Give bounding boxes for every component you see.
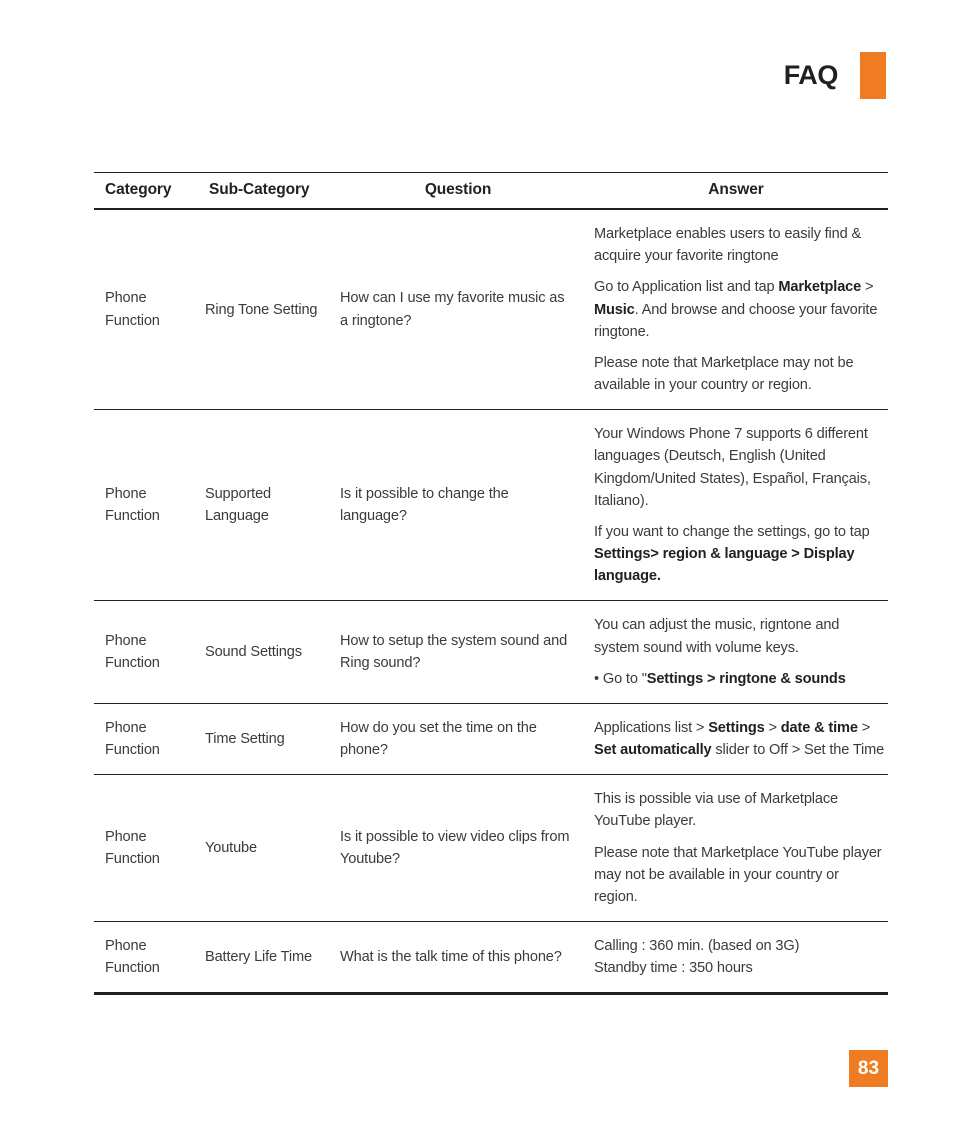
cell-category: Phone Function	[94, 409, 196, 601]
answer-text: >	[764, 719, 781, 736]
answer-emphasis: Settings > ringtone & sounds	[646, 670, 846, 687]
cell-subcategory: Sound Settings	[196, 600, 332, 704]
table-row: Phone Function Supported Language Is it po…	[94, 409, 888, 601]
cell-answer: Applications list > Settings > date & ti…	[584, 702, 888, 775]
answer-paragraph: Please note that Marketplace YouTube pla…	[594, 842, 886, 909]
column-header-subcategory: Sub-Category	[209, 181, 310, 198]
table-bottom-rule	[94, 992, 888, 996]
answer-paragraph: • Go to "Settings > ringtone & sounds	[594, 668, 886, 690]
answer-text: Marketplace enables users to easily find…	[594, 226, 862, 265]
table-row: Phone Function Sound Settings How to setup…	[94, 600, 888, 704]
cell-answer: Your Windows Phone 7 supports 6 differen…	[584, 409, 888, 601]
cell-category: Phone Function	[105, 290, 160, 329]
answer-text: Applications list >	[594, 719, 709, 736]
cell-category: Phone Function	[94, 774, 196, 922]
page-title: FAQ	[783, 60, 839, 90]
table-row: Phone Function Youtube Is it possible to v…	[94, 774, 888, 922]
cell-category: Phone Function	[94, 702, 196, 775]
answer-text: >	[857, 719, 871, 736]
cell-question: How can I use my favorite music as a rin…	[340, 290, 565, 329]
page-header: FAQ	[784, 52, 886, 99]
cell-subcategory: Battery Life Time	[196, 921, 332, 993]
answer-text: >	[861, 279, 874, 296]
cell-answer: This is possible via use of Marketplace …	[584, 774, 888, 922]
cell-answer: Calling : 360 min. (based on 3G) Standby…	[584, 921, 888, 993]
answer-emphasis: Settings	[708, 719, 765, 736]
answer-text: Go to Application list and tap	[594, 279, 779, 296]
answer-text: If you want to change the settings, go t…	[594, 523, 870, 540]
answer-text: Please note that Marketplace may not be …	[594, 354, 854, 394]
column-header-answer: Answer	[708, 181, 764, 198]
cell-category: Phone Function	[94, 600, 196, 704]
cell-subcategory: Youtube	[196, 774, 332, 922]
answer-text: Please note that Marketplace YouTube pla…	[594, 844, 882, 905]
answer-text: Your Windows Phone 7 supports 6 differen…	[594, 426, 871, 509]
answer-emphasis: Set automatically	[594, 742, 712, 759]
answer-text: You can adjust the music, rigntone and s…	[594, 617, 840, 656]
cell-question: What is the talk time of this phone?	[332, 921, 584, 993]
answer-text: This is possible via use of Marketplace …	[594, 791, 838, 830]
cell-category: Phone Function	[94, 921, 196, 993]
answer-emphasis: Music	[594, 301, 635, 318]
cell-answer: Marketplace enables users to easily find…	[584, 210, 888, 410]
answer-paragraph: This is possible via use of Marketplace …	[594, 788, 886, 832]
table-header-row: Category Sub-Category Question Answer	[94, 173, 888, 208]
column-header-question: Question	[424, 181, 492, 198]
cell-question: Is it possible to view video clips from …	[332, 774, 584, 922]
answer-emphasis: Settings> region & language > Display la…	[594, 546, 855, 585]
answer-emphasis: Marketplace	[778, 279, 862, 296]
answer-paragraph: If you want to change the settings, go t…	[594, 521, 886, 588]
answer-paragraph: You can adjust the music, rigntone and s…	[594, 614, 886, 658]
answer-paragraph: Please note that Marketplace may not be …	[594, 352, 886, 396]
answer-emphasis: date & time	[780, 719, 858, 736]
faq-table: Category Sub-Category Question Answer Ph…	[94, 172, 888, 996]
answer-paragraph: Applications list > Settings > date & ti…	[594, 717, 886, 761]
cell-question: Is it possible to change the language?	[332, 409, 584, 601]
cell-subcategory: Supported Language	[196, 409, 332, 601]
cell-subcategory: Time Setting	[196, 702, 332, 775]
header-accent-bar	[860, 52, 886, 99]
cell-question: How to setup the system sound and Ring s…	[332, 600, 584, 704]
table-row: Phone Function Battery Life Time What is t…	[94, 921, 888, 993]
answer-text: • Go to "	[594, 670, 647, 687]
answer-paragraph: Calling : 360 min. (based on 3G) Standby…	[594, 935, 886, 979]
table-row: Phone Function Time Setting How do you set…	[94, 702, 888, 775]
answer-paragraph: Marketplace enables users to easily find…	[594, 223, 886, 267]
answer-text: . And browse and choose your favorite ri…	[594, 301, 878, 340]
cell-question: How do you set the time on the phone?	[332, 702, 584, 775]
column-header-category: Category	[105, 181, 172, 198]
answer-text: Calling : 360 min. (based on 3G) Standby…	[594, 938, 800, 977]
answer-paragraph: Your Windows Phone 7 supports 6 differen…	[594, 423, 886, 512]
cell-subcategory: Ring Tone Setting	[205, 301, 318, 318]
answer-paragraph: Go to Application list and tap Marketpla…	[594, 276, 886, 343]
cell-answer: You can adjust the music, rigntone and s…	[584, 600, 888, 704]
table-row: Phone Function Ring Tone Setting How can I…	[94, 210, 888, 410]
answer-text: slider to Off > Set the Time	[711, 742, 885, 759]
page-number-badge: 83	[849, 1050, 888, 1087]
